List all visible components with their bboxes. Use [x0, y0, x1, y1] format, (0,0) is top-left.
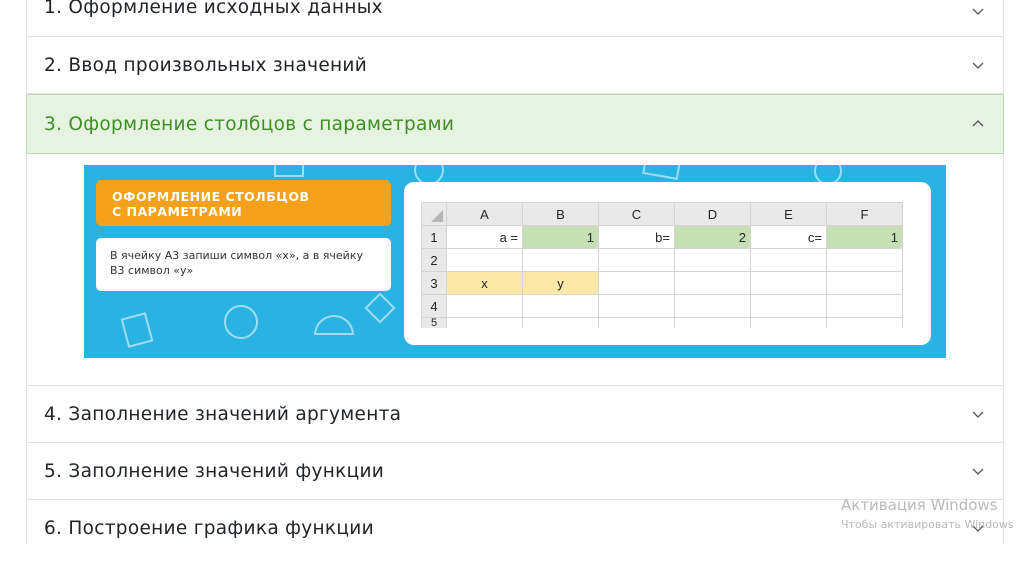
cell-e1: c= — [750, 225, 827, 249]
column-header: F — [826, 202, 903, 226]
cell-d1: 2 — [674, 225, 751, 249]
cell — [826, 294, 903, 318]
doodle-book-icon — [642, 165, 682, 180]
cell — [674, 271, 751, 295]
sheet-row: 1 a = 1 b= 2 c= 1 — [421, 225, 903, 249]
accordion-title: 1. Оформление исходных данных — [44, 0, 383, 18]
row-header: 2 — [421, 248, 447, 272]
accordion-item-4: 4. Заполнение значений аргумента — [27, 385, 1003, 443]
column-header: A — [446, 202, 523, 226]
cell — [598, 271, 675, 295]
row-header: 4 — [421, 294, 447, 318]
instruction-banner: Оформление столбцов с параметрами В ячей… — [84, 165, 946, 358]
doodle-notebook-icon — [120, 312, 154, 348]
accordion-body-3: Оформление столбцов с параметрами В ячей… — [27, 154, 1003, 385]
sheet-row: 5 — [421, 317, 903, 328]
select-all-corner — [421, 202, 447, 226]
column-header: C — [598, 202, 675, 226]
cell — [446, 317, 523, 328]
cell — [598, 317, 675, 328]
accordion-item-2: 2. Ввод произвольных значений — [27, 37, 1003, 94]
cell — [446, 294, 523, 318]
accordion-title: 4. Заполнение значений аргумента — [44, 403, 402, 425]
cell — [826, 248, 903, 272]
cell — [750, 317, 827, 328]
chevron-up-icon — [971, 117, 985, 131]
cell — [826, 271, 903, 295]
cell — [674, 317, 751, 328]
accordion-title: 2. Ввод произвольных значений — [44, 54, 368, 76]
cell-f1: 1 — [826, 225, 903, 249]
cell — [522, 294, 599, 318]
cell-b1: 1 — [522, 225, 599, 249]
accordion-title: 5. Заполнение значений функции — [44, 460, 385, 482]
accordion-header-5[interactable]: 5. Заполнение значений функции — [27, 443, 1003, 499]
watermark-line-1: Активация Windows — [841, 496, 998, 514]
accordion-header-3[interactable]: 3. Оформление столбцов с параметрами — [27, 95, 1003, 153]
column-header: D — [674, 202, 751, 226]
cell — [598, 248, 675, 272]
row-header: 1 — [421, 225, 447, 249]
row-header: 5 — [421, 317, 447, 328]
cell — [522, 248, 599, 272]
doodle-protractor-icon — [314, 315, 354, 335]
accordion-item-5: 5. Заполнение значений функции — [27, 443, 1003, 500]
cell — [446, 248, 523, 272]
cell — [826, 317, 903, 328]
banner-heading: Оформление столбцов с параметрами — [112, 189, 310, 219]
chevron-down-icon — [971, 464, 985, 478]
sheet-row: 4 — [421, 294, 903, 318]
accordion-header-1[interactable]: 1. Оформление исходных данных — [27, 0, 1003, 36]
accordion-title: 3. Оформление столбцов с параметрами — [44, 113, 455, 135]
banner-heading-card: Оформление столбцов с параметрами — [96, 180, 391, 226]
spreadsheet-card: A B C D E F 1 a = 1 b= 2 c= 1 2 3 x y 4 … — [404, 182, 931, 345]
cell — [598, 294, 675, 318]
column-header: E — [750, 202, 827, 226]
accordion: 1. Оформление исходных данных 2. Ввод пр… — [26, 0, 1004, 544]
accordion-header-4[interactable]: 4. Заполнение значений аргумента — [27, 386, 1003, 442]
banner-instruction: В ячейку А3 запиши символ «х», а в ячейк… — [110, 249, 363, 277]
spreadsheet-grid: A B C D E F 1 a = 1 b= 2 c= 1 2 3 x y 4 … — [421, 202, 903, 328]
cell — [750, 248, 827, 272]
cell-a3: x — [446, 271, 523, 295]
cell — [750, 294, 827, 318]
doodle-diamond-icon — [364, 292, 396, 324]
chevron-down-icon — [971, 4, 985, 18]
banner-instruction-card: В ячейку А3 запиши символ «х», а в ячейк… — [96, 238, 391, 291]
sheet-row: 2 — [421, 248, 903, 272]
accordion-header-2[interactable]: 2. Ввод произвольных значений — [27, 37, 1003, 93]
chevron-down-icon — [971, 58, 985, 72]
sheet-row: 3 x y — [421, 271, 903, 295]
column-header: B — [522, 202, 599, 226]
windows-activation-watermark: Активация Windows Чтобы активировать Win… — [841, 496, 1014, 531]
row-header: 3 — [421, 271, 447, 295]
cell — [674, 294, 751, 318]
cell — [522, 317, 599, 328]
cell-b3: y — [522, 271, 599, 295]
accordion-title: 6. Построение графика функции — [44, 517, 374, 539]
doodle-circle-icon — [224, 305, 258, 339]
watermark-line-2: Чтобы активировать Windows — [841, 518, 1014, 531]
cell — [674, 248, 751, 272]
cell-a1: a = — [446, 225, 523, 249]
doodle-book-icon — [274, 165, 304, 177]
accordion-item-1: 1. Оформление исходных данных — [27, 0, 1003, 37]
accordion-item-3: 3. Оформление столбцов с параметрами — [26, 94, 1004, 154]
chevron-down-icon — [971, 407, 985, 421]
cell — [750, 271, 827, 295]
cell-c1: b= — [598, 225, 675, 249]
